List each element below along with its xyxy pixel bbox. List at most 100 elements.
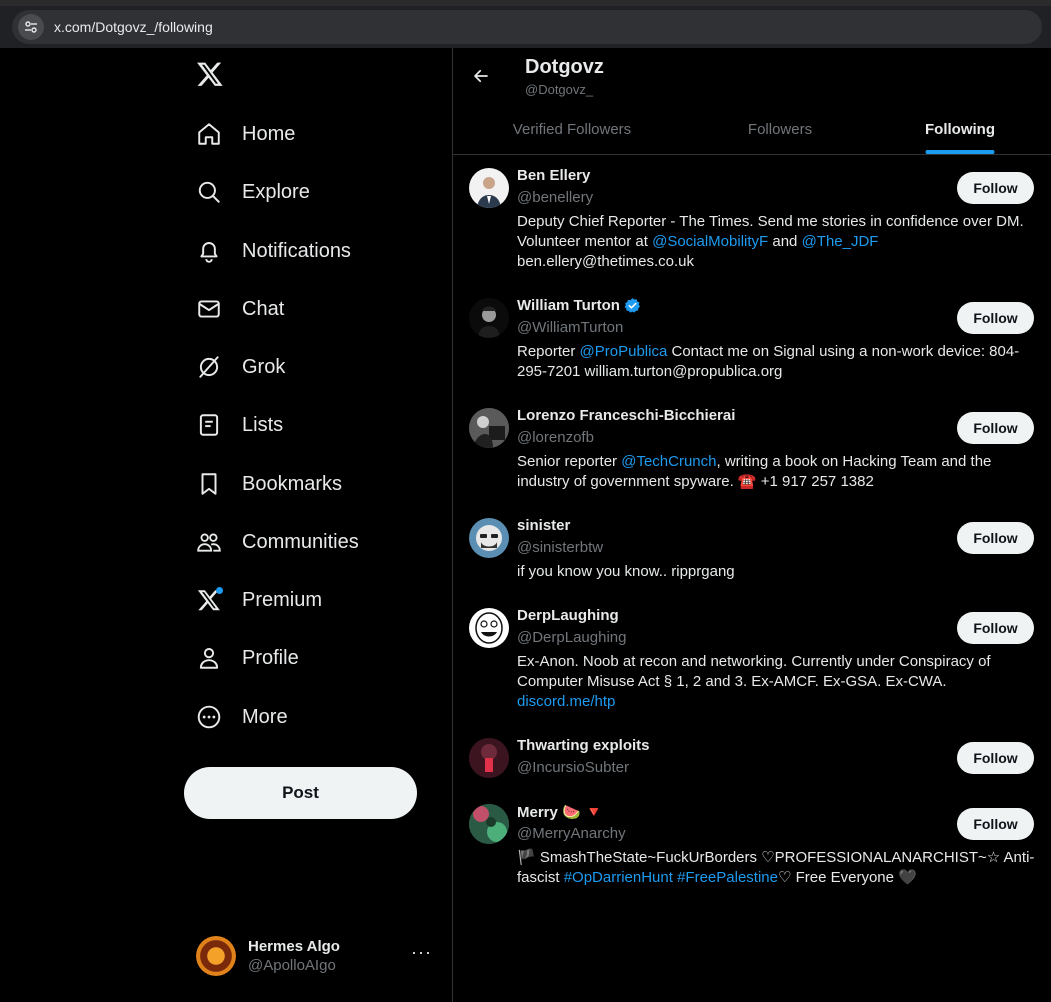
envelope-icon <box>196 296 222 322</box>
nav-label: Chat <box>242 297 285 320</box>
follow-button[interactable]: Follow <box>957 742 1034 774</box>
nav-label: Grok <box>242 355 286 378</box>
user-cell[interactable]: William Turton @WilliamTurton Reporter @… <box>453 286 1051 396</box>
user-name[interactable]: sinister <box>517 517 570 534</box>
browser-toolbar: x.com/Dotgovz_/following <box>0 0 1051 48</box>
avatar[interactable] <box>469 738 509 778</box>
url-text[interactable]: x.com/Dotgovz_/following <box>54 19 213 35</box>
profile-header: Dotgovz @Dotgovz_ Verified Followers Fol… <box>453 48 1051 155</box>
user-name-text: sinister <box>517 517 571 534</box>
tab-label: Following <box>925 120 995 138</box>
main-column: Dotgovz @Dotgovz_ Verified Followers Fol… <box>452 48 1051 1002</box>
bio-link[interactable]: @ProPublica <box>580 343 668 360</box>
nav-premium[interactable]: Premium <box>192 578 330 622</box>
user-name[interactable]: Lorenzo Franceschi-Bicchierai <box>517 407 735 424</box>
bio-link[interactable]: discord.me/htp <box>517 693 615 710</box>
user-cell[interactable]: Ben Ellery @benellery Deputy Chief Repor… <box>453 156 1051 286</box>
page-subtitle: @Dotgovz_ <box>525 82 594 97</box>
nav-label: Premium <box>242 588 323 611</box>
nav-label: Bookmarks <box>242 472 343 495</box>
bio-text: Senior reporter <box>517 453 622 470</box>
tab-following[interactable]: Following <box>869 104 1051 154</box>
account-switcher[interactable]: Hermes Algo @ApolloAIgo ··· <box>196 930 436 982</box>
user-bio: Ex-Anon. Noob at recon and networking. C… <box>517 652 1037 712</box>
home-icon <box>196 121 222 147</box>
tab-followers[interactable]: Followers <box>691 104 869 154</box>
address-bar[interactable]: x.com/Dotgovz_/following <box>12 10 1042 44</box>
people-icon <box>196 529 222 555</box>
user-name[interactable]: Ben Ellery <box>517 167 590 184</box>
nav-label: Explore <box>242 180 310 203</box>
x-logo-icon[interactable] <box>196 60 224 88</box>
user-handle: @IncursioSubter <box>517 759 629 776</box>
nav-label: More <box>242 705 288 728</box>
follow-button[interactable]: Follow <box>957 412 1034 444</box>
follow-button[interactable]: Follow <box>957 612 1034 644</box>
bio-link[interactable]: @The_JDF <box>802 233 879 250</box>
nav-chat[interactable]: Chat <box>192 287 292 331</box>
back-arrow-icon[interactable] <box>467 62 495 90</box>
user-cell[interactable]: DerpLaughing @DerpLaughing Ex-Anon. Noob… <box>453 596 1051 726</box>
nav-bookmarks[interactable]: Bookmarks <box>192 462 350 506</box>
user-handle: @MerryAnarchy <box>517 825 626 842</box>
more-circle-icon <box>196 704 222 730</box>
page-title: Dotgovz <box>525 56 604 78</box>
avatar[interactable] <box>469 408 509 448</box>
nav-explore[interactable]: Explore <box>192 170 318 214</box>
nav-more[interactable]: More <box>192 695 296 739</box>
user-bio: if you know you know.. ripprgang <box>517 562 1037 582</box>
nav-label: Notifications <box>242 239 351 262</box>
person-icon <box>196 645 222 671</box>
nav-grok[interactable]: Grok <box>192 345 293 389</box>
user-handle: @lorenzofb <box>517 429 594 446</box>
nav-label: Lists <box>242 413 284 436</box>
bell-icon <box>196 238 222 264</box>
nav-label: Home <box>242 122 296 145</box>
notification-dot <box>216 587 223 594</box>
nav-communities[interactable]: Communities <box>192 520 367 564</box>
post-button[interactable]: Post <box>184 767 417 819</box>
account-name: Hermes Algo <box>248 938 340 955</box>
user-name-text: Ben Ellery <box>517 167 591 184</box>
bio-link[interactable]: #FreePalestine <box>677 869 778 886</box>
user-cell[interactable]: Lorenzo Franceschi-Bicchierai @lorenzofb… <box>453 396 1051 506</box>
avatar[interactable] <box>469 518 509 558</box>
bio-link[interactable]: @TechCrunch <box>621 453 716 470</box>
user-bio: Deputy Chief Reporter - The Times. Send … <box>517 212 1037 272</box>
nav-lists[interactable]: Lists <box>192 403 291 447</box>
user-name[interactable]: Thwarting exploits <box>517 737 650 754</box>
nav-home[interactable]: Home <box>192 112 303 156</box>
avatar[interactable] <box>469 608 509 648</box>
user-cell[interactable]: sinister @sinisterbtw if you know you kn… <box>453 506 1051 596</box>
avatar[interactable] <box>469 804 509 844</box>
list-icon <box>196 412 222 438</box>
user-cell[interactable]: Merry 🍉 🔻 @MerryAnarchy 🏴 SmashTheState~… <box>453 792 1051 902</box>
user-name[interactable]: William Turton <box>517 297 641 314</box>
bio-text: Reporter <box>517 343 580 360</box>
site-info-icon[interactable] <box>18 14 44 40</box>
user-name[interactable]: DerpLaughing <box>517 607 619 624</box>
follow-button[interactable]: Follow <box>957 302 1034 334</box>
follow-button[interactable]: Follow <box>957 808 1034 840</box>
bio-link[interactable]: #OpDarrienHunt <box>564 869 673 886</box>
user-name[interactable]: Merry 🍉 🔻 <box>517 803 604 821</box>
bio-text: and <box>768 233 802 250</box>
grok-icon <box>196 354 222 380</box>
user-bio: 🏴 SmashTheState~FuckUrBorders ♡PROFESSIO… <box>517 848 1037 888</box>
bio-text: Ex-Anon. Noob at recon and networking. C… <box>517 653 991 690</box>
tab-verified-followers[interactable]: Verified Followers <box>453 104 691 154</box>
user-bio: Reporter @ProPublica Contact me on Signa… <box>517 342 1037 382</box>
avatar <box>196 936 236 976</box>
avatar[interactable] <box>469 168 509 208</box>
nav-profile[interactable]: Profile <box>192 636 307 680</box>
nav-notifications[interactable]: Notifications <box>192 229 359 273</box>
follow-button[interactable]: Follow <box>957 522 1034 554</box>
verified-badge-icon <box>624 298 640 313</box>
user-cell[interactable]: Thwarting exploits @IncursioSubter Follo… <box>453 726 1051 792</box>
follow-button[interactable]: Follow <box>957 172 1034 204</box>
account-handle: @ApolloAIgo <box>248 957 336 974</box>
bio-link[interactable]: @SocialMobilityF <box>652 233 768 250</box>
avatar[interactable] <box>469 298 509 338</box>
active-tab-indicator <box>925 150 995 154</box>
more-horizontal-icon[interactable]: ··· <box>411 942 432 963</box>
